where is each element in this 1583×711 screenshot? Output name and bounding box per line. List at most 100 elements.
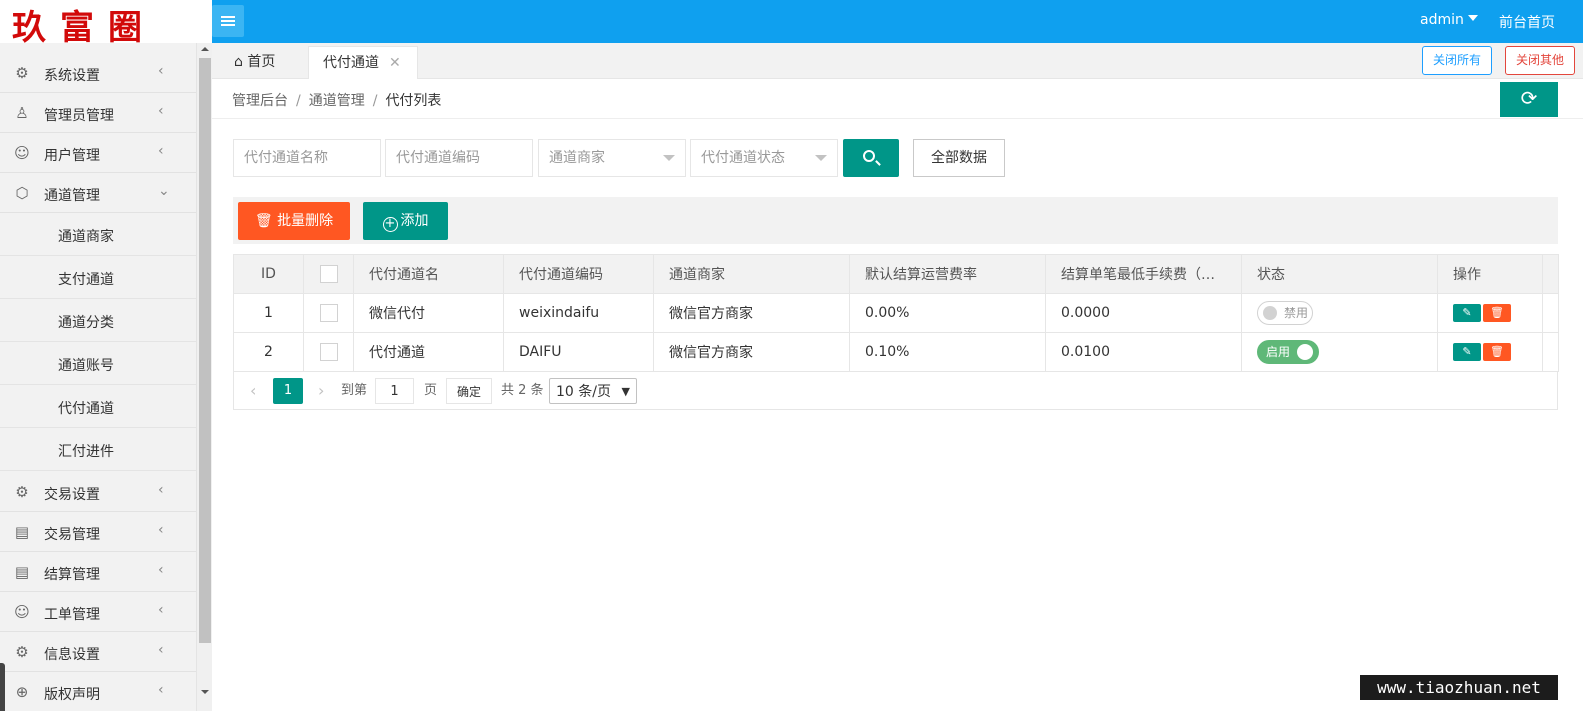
row-checkbox[interactable] (319, 304, 338, 322)
col-header-min-fee: 结算单笔最低手续费（元） (1045, 254, 1242, 294)
delete-button[interactable]: 🗑 (1483, 304, 1511, 322)
table-header-row: ID 代付通道名 代付通道编码 通道商家 默认结算运营费率 结算单笔最低手续费（… (233, 254, 1559, 294)
pencil-icon: ✎ (1462, 345, 1472, 358)
close-icon[interactable]: ✕ (389, 47, 401, 80)
cell-min-fee: 0.0100 (1045, 332, 1242, 372)
tab-home[interactable]: ⌂ 首页 (234, 46, 275, 79)
dropdown-arrow-icon (815, 155, 827, 161)
sidebar-subitem-payout-channel[interactable]: 代付通道 (0, 385, 196, 428)
divider (212, 118, 1583, 119)
tab-payout-channel[interactable]: 代付通道 ✕ (308, 46, 418, 79)
close-all-tabs-button[interactable]: 关闭所有 (1422, 46, 1493, 75)
prev-page-icon[interactable]: ‹ (250, 378, 256, 404)
sidebar-scrollbar[interactable] (196, 43, 212, 711)
breadcrumb-current: 代付列表 (385, 93, 442, 109)
chevron-left-icon: ‹ (158, 522, 164, 538)
add-button[interactable]: + 添加 (363, 202, 448, 240)
sidebar-item-label: 交易管理 (44, 527, 100, 543)
search-button[interactable] (843, 139, 899, 177)
table-toolbar: 🗑 批量删除 + 添加 (233, 197, 1558, 244)
status-toggle[interactable]: 禁用 (1257, 301, 1313, 325)
sidebar-drag-handle[interactable] (0, 663, 5, 711)
sidebar-subitem-huifu-onboarding[interactable]: 汇付进件 (0, 428, 196, 471)
status-select[interactable]: 代付通道状态 (690, 139, 838, 177)
sidebar-item-label: 工单管理 (44, 607, 100, 623)
cell-select (303, 332, 354, 372)
merchant-select[interactable]: 通道商家 (538, 139, 686, 177)
sidebar-item-label: 用户管理 (44, 148, 100, 164)
delete-button[interactable]: 🗑 (1483, 343, 1511, 361)
sidebar-item-ticket-management[interactable]: ☺ 工单管理 ‹ (0, 592, 196, 632)
goto-label: 到第 (341, 383, 368, 398)
chevron-down-icon: ⌄ (158, 183, 170, 199)
top-header: 玖富圈 admin 前台首页 (0, 0, 1583, 43)
page-current[interactable]: 1 (273, 378, 303, 404)
search-icon (863, 150, 875, 162)
gear-icon: ⚙ (15, 64, 29, 82)
next-page-icon[interactable]: › (318, 378, 324, 404)
table-gutter (1542, 254, 1559, 294)
plus-circle-icon: + (382, 217, 398, 232)
scroll-thumb[interactable] (199, 58, 211, 643)
pencil-icon: ✎ (1462, 306, 1472, 319)
sidebar-subitem-channel-category[interactable]: 通道分类 (0, 299, 196, 342)
col-header-code: 代付通道编码 (503, 254, 654, 294)
batch-delete-button[interactable]: 🗑 批量删除 (238, 202, 350, 240)
page-size-select[interactable]: 10 条/页 ▼ (549, 378, 637, 404)
row-checkbox[interactable] (319, 343, 338, 361)
sidebar-item-admin-management[interactable]: ♙ 管理员管理 ‹ (0, 93, 196, 133)
refresh-button[interactable]: ⟳ (1500, 82, 1558, 117)
all-data-button[interactable]: 全部数据 (913, 139, 1005, 177)
menu-toggle-button[interactable] (212, 5, 244, 37)
channel-table: ID 代付通道名 代付通道编码 通道商家 默认结算运营费率 结算单笔最低手续费（… (233, 254, 1559, 372)
channel-code-input[interactable]: 代付通道编码 (385, 139, 533, 177)
user-menu[interactable]: admin (1420, 12, 1478, 28)
sidebar-item-system-settings[interactable]: ⚙ 系统设置 ‹ (0, 53, 196, 93)
user-icon: ♙ (15, 104, 29, 122)
goto-confirm-button[interactable]: 确定 (446, 378, 492, 404)
chevron-down-icon: ▼ (621, 385, 630, 398)
chevron-left-icon: ‹ (158, 562, 164, 578)
sidebar-item-user-management[interactable]: ☺ 用户管理 ‹ (0, 133, 196, 173)
subitem-label: 汇付进件 (58, 444, 114, 460)
sidebar-subitem-channel-account[interactable]: 通道账号 (0, 342, 196, 385)
cell-min-fee: 0.0000 (1045, 293, 1242, 333)
logo-text: 玖富圈 (12, 8, 156, 43)
sidebar-item-trade-settings[interactable]: ⚙ 交易设置 ‹ (0, 472, 196, 512)
edit-button[interactable]: ✎ (1453, 343, 1481, 361)
breadcrumb-item[interactable]: 通道管理 (309, 93, 365, 109)
toggle-knob (1297, 344, 1313, 360)
col-header-actions: 操作 (1437, 254, 1543, 294)
subitem-label: 通道商家 (58, 229, 114, 245)
edit-button[interactable]: ✎ (1453, 304, 1481, 322)
trash-icon: 🗑 (254, 213, 273, 229)
home-icon: ⌂ (234, 54, 243, 70)
breadcrumb-item[interactable]: 管理后台 (232, 93, 288, 109)
chevron-left-icon: ‹ (158, 482, 164, 498)
sidebar-subitem-payment-channel[interactable]: 支付通道 (0, 256, 196, 299)
col-header-name: 代付通道名 (353, 254, 504, 294)
front-home-link[interactable]: 前台首页 (1499, 12, 1555, 32)
sidebar-item-label: 信息设置 (44, 647, 100, 663)
sidebar-item-settlement-management[interactable]: ▤ 结算管理 ‹ (0, 552, 196, 592)
status-toggle[interactable]: 启用 (1257, 340, 1319, 364)
sidebar-item-info-settings[interactable]: ⚙ 信息设置 ‹ (0, 632, 196, 672)
cell-rate: 0.00% (849, 293, 1046, 333)
sidebar-subitem-channel-merchant[interactable]: 通道商家 (0, 213, 196, 256)
scroll-up-arrow-icon[interactable] (201, 47, 209, 51)
scroll-down-arrow-icon[interactable] (201, 690, 209, 694)
sidebar-item-copyright[interactable]: ⊕ 版权声明 ‹ (0, 672, 196, 711)
page-number-input[interactable]: 1 (375, 378, 414, 404)
chevron-left-icon: ‹ (158, 103, 164, 119)
select-all-checkbox[interactable] (319, 265, 338, 283)
toggle-label: 禁用 (1284, 306, 1309, 320)
sidebar-item-trade-management[interactable]: ▤ 交易管理 ‹ (0, 512, 196, 552)
sidebar-item-label: 交易设置 (44, 487, 100, 503)
chevron-left-icon: ‹ (158, 143, 164, 159)
logo[interactable]: 玖富圈 (0, 0, 212, 43)
close-other-tabs-button[interactable]: 关闭其他 (1505, 46, 1576, 75)
sidebar-item-channel-management[interactable]: ⬡ 通道管理 ⌄ (0, 173, 196, 213)
select-value: 代付通道状态 (701, 150, 785, 166)
channel-name-input[interactable]: 代付通道名称 (233, 139, 381, 177)
table-gutter (1542, 293, 1559, 333)
